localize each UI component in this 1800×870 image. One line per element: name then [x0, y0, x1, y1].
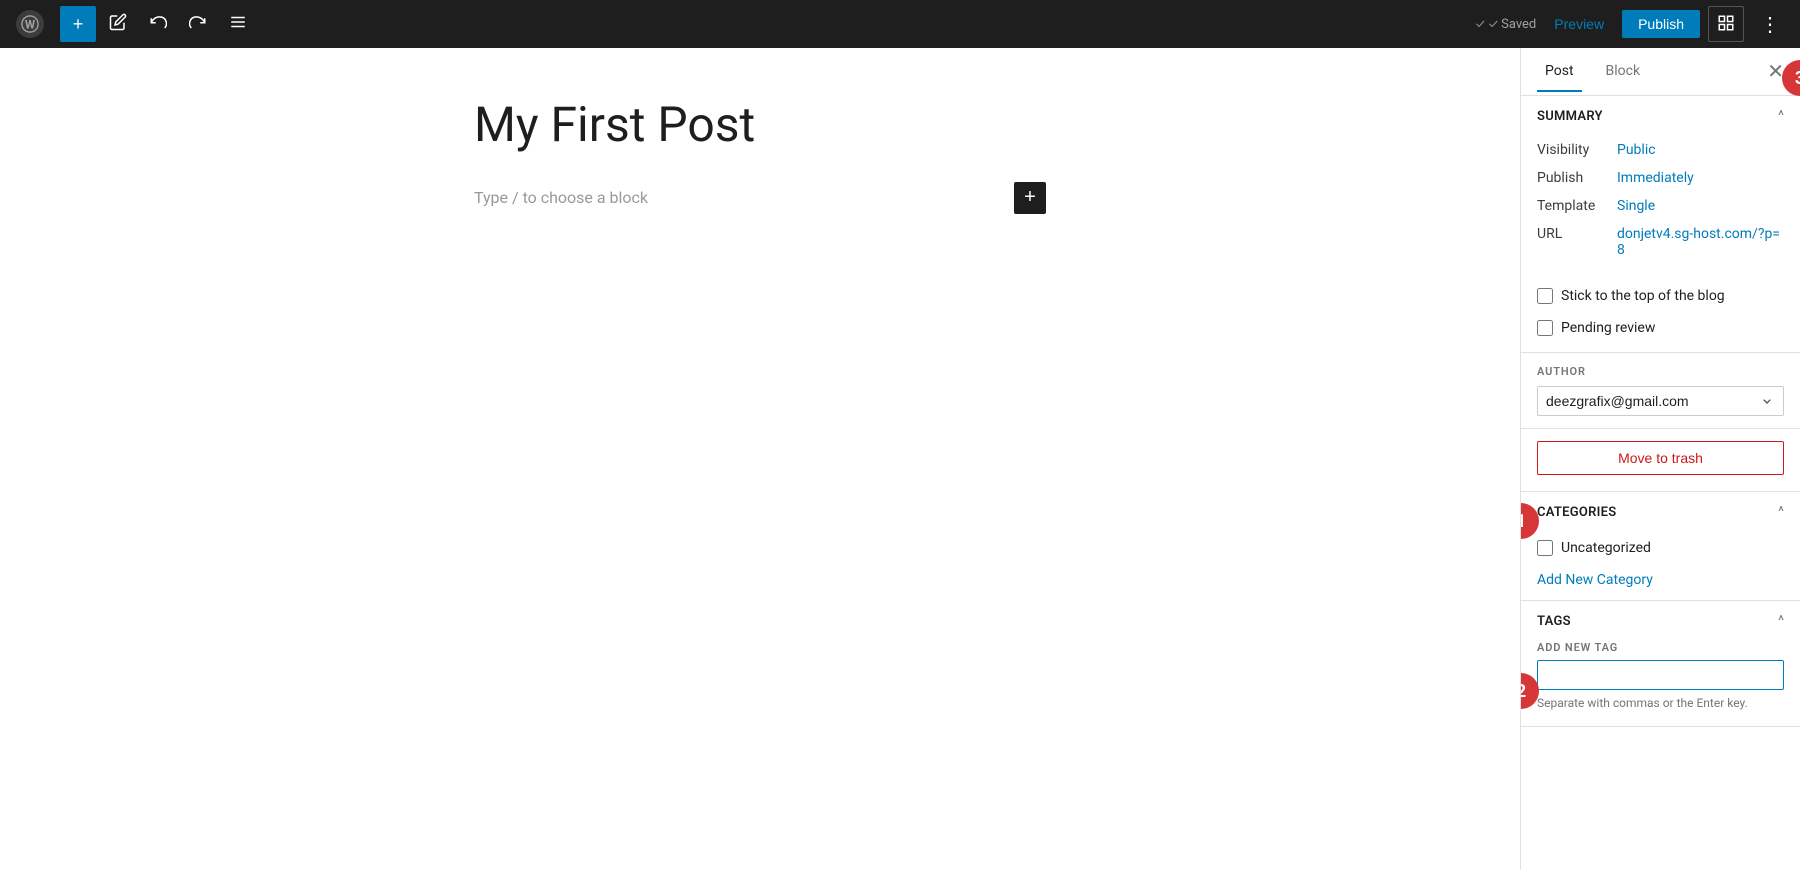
author-select[interactable]: deezgrafix@gmail.com: [1537, 386, 1784, 416]
topbar: W +: [0, 0, 1800, 48]
publish-summary-label: Publish: [1537, 170, 1617, 186]
visibility-label: Visibility: [1537, 142, 1617, 158]
uncategorized-checkbox[interactable]: [1537, 540, 1553, 556]
tab-block[interactable]: Block: [1598, 52, 1649, 92]
add-block-topbar-button[interactable]: +: [60, 6, 96, 42]
summary-collapse-icon: ^: [1778, 108, 1784, 124]
main-area: My First Post Type / to choose a block +…: [0, 48, 1800, 870]
pending-label[interactable]: Pending review: [1561, 320, 1655, 336]
settings-button[interactable]: [1708, 6, 1744, 42]
check-icon: ✓: [1476, 17, 1485, 32]
publish-summary-value[interactable]: Immediately: [1617, 170, 1694, 186]
placeholder-text: Type / to choose a block: [474, 188, 648, 207]
summary-section: Summary ^ Visibility Public Publish Imme…: [1521, 96, 1800, 353]
sidebar: 1 2 3 Post Block ✕ Summary ^ Visibility …: [1520, 48, 1800, 870]
saved-label: ✓ Saved: [1489, 17, 1536, 32]
template-value[interactable]: Single: [1617, 198, 1655, 214]
template-label: Template: [1537, 198, 1617, 214]
undo-button[interactable]: [140, 6, 176, 42]
list-icon: [229, 13, 247, 36]
list-view-button[interactable]: [220, 6, 256, 42]
stick-label[interactable]: Stick to the top of the blog: [1561, 288, 1725, 304]
block-placeholder[interactable]: Type / to choose a block +: [474, 178, 1046, 218]
publish-button[interactable]: Publish: [1622, 10, 1700, 38]
tools-button[interactable]: [100, 6, 136, 42]
visibility-value[interactable]: Public: [1617, 142, 1656, 158]
uncategorized-label[interactable]: Uncategorized: [1561, 540, 1651, 556]
redo-button[interactable]: [180, 6, 216, 42]
tags-section: Tags ^ ADD NEW TAG Separate with commas …: [1521, 601, 1800, 727]
editor-area: My First Post Type / to choose a block +: [0, 48, 1520, 870]
settings-icon: [1717, 14, 1735, 35]
move-to-trash-button[interactable]: Move to trash: [1537, 441, 1784, 475]
trash-section: Move to trash: [1521, 429, 1800, 492]
more-icon: ⋮: [1760, 12, 1780, 37]
more-options-button[interactable]: ⋮: [1752, 6, 1788, 42]
tags-title: Tags: [1537, 614, 1571, 629]
author-section: AUTHOR deezgrafix@gmail.com: [1521, 353, 1800, 429]
categories-section: Categories ^ Uncategorized Add New Categ…: [1521, 492, 1800, 601]
tags-collapse-icon: ^: [1778, 613, 1784, 629]
template-row: Template Single: [1537, 192, 1784, 220]
author-section-label: AUTHOR: [1537, 365, 1784, 378]
summary-title: Summary: [1537, 109, 1603, 124]
preview-button[interactable]: Preview: [1544, 10, 1614, 38]
add-block-inline-button[interactable]: +: [1014, 182, 1046, 214]
url-value[interactable]: donjetv4.sg-host.com/?p=8: [1617, 226, 1784, 258]
uncategorized-row: Uncategorized: [1537, 532, 1784, 564]
summary-body: Visibility Public Publish Immediately Te…: [1521, 136, 1800, 280]
url-row: URL donjetv4.sg-host.com/?p=8: [1537, 220, 1784, 264]
tags-body: ADD NEW TAG Separate with commas or the …: [1521, 641, 1800, 726]
stick-checkbox[interactable]: [1537, 288, 1553, 304]
pending-checkbox-row: Pending review: [1521, 312, 1800, 344]
url-label: URL: [1537, 226, 1617, 242]
add-new-tag-input[interactable]: [1537, 660, 1784, 690]
add-block-inline-icon: +: [1024, 186, 1036, 209]
tab-post[interactable]: Post: [1537, 52, 1582, 92]
categories-header[interactable]: Categories ^: [1521, 492, 1800, 532]
post-title-heading: My First Post: [474, 96, 1046, 154]
redo-icon: [189, 13, 207, 36]
categories-collapse-icon: ^: [1778, 504, 1784, 520]
svg-text:W: W: [25, 18, 36, 32]
saved-indicator: ✓ ✓ Saved: [1476, 17, 1537, 32]
visibility-row: Visibility Public: [1537, 136, 1784, 164]
categories-body: Uncategorized Add New Category: [1521, 532, 1800, 600]
add-new-tag-label: ADD NEW TAG: [1537, 641, 1784, 654]
sidebar-tabs: Post Block ✕: [1521, 48, 1800, 96]
publish-row: Publish Immediately: [1537, 164, 1784, 192]
summary-header[interactable]: Summary ^: [1521, 96, 1800, 136]
pending-checkbox[interactable]: [1537, 320, 1553, 336]
categories-title: Categories: [1537, 505, 1616, 520]
editor-content: My First Post Type / to choose a block +: [450, 96, 1070, 218]
pencil-icon: [109, 13, 127, 36]
tags-header[interactable]: Tags ^: [1521, 601, 1800, 641]
topbar-right: ✓ ✓ Saved Preview Publish ⋮: [1476, 6, 1788, 42]
add-new-category-link[interactable]: Add New Category: [1537, 572, 1653, 588]
wp-logo[interactable]: W: [12, 6, 48, 42]
tags-hint: Separate with commas or the Enter key.: [1537, 696, 1784, 710]
stick-checkbox-row: Stick to the top of the blog: [1521, 280, 1800, 312]
sidebar-close-button[interactable]: ✕: [1767, 62, 1784, 82]
undo-icon: [149, 13, 167, 36]
